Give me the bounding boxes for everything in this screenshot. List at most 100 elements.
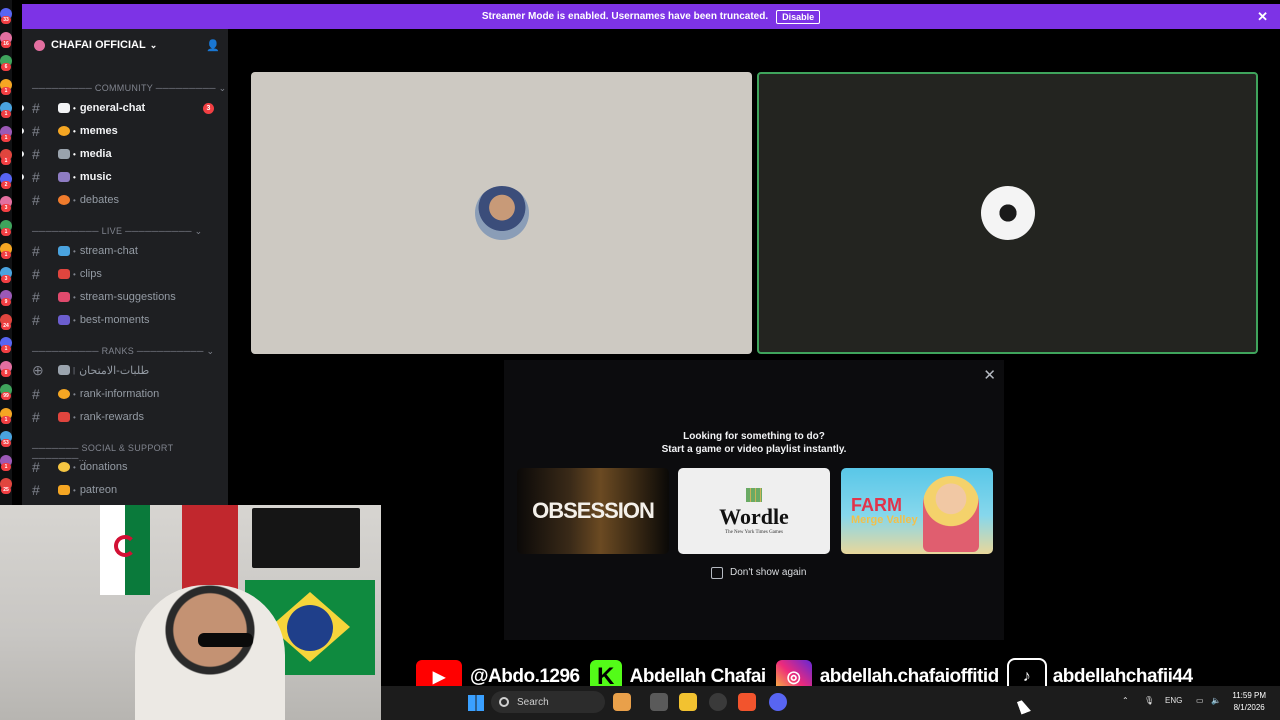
film-icon [58,315,70,325]
trophy-icon [58,485,70,495]
channel-label: rank-rewards [79,411,144,423]
server-ping-badge: 9 [1,298,11,306]
hash-icon: # [32,169,40,185]
chevron-up-icon[interactable]: ⌃ [1122,696,1129,705]
channel-label: طلبات-الامتحان [79,364,150,377]
character-illustration [923,476,979,552]
youtube-handle: @Abdo.1296 [470,666,580,687]
clock-date: 8/1/2026 [1233,703,1265,712]
channel-music[interactable]: # • music [22,167,218,187]
channel-rank-information[interactable]: # • rank-information [32,384,218,404]
server-ping-badge: 1 [1,133,11,142]
activity-card-farm-merge-valley[interactable]: FARM Merge Valley [841,468,993,554]
channel-stream-chat[interactable]: # • stream-chat [32,241,218,261]
channel-label: music [79,171,112,183]
hash-icon: # [32,192,40,208]
medal-icon [58,389,70,399]
activity-card-label: Wordle [719,503,789,529]
scissors-icon [58,269,70,279]
taskbar-clock[interactable]: 11:59 PM 8/1/2026 [1232,690,1266,714]
volume-icon[interactable]: 🔈 [1211,696,1221,705]
windows-start-icon[interactable] [468,695,484,711]
server-ping-badge: 1 [1,86,11,95]
speech-bubble-icon [58,103,70,113]
channel-clips[interactable]: # • clips [32,264,218,284]
server-ping-badge: 99 [1,392,11,400]
activity-card-label: OBSESSION [532,498,655,523]
server-ping-badge: 33 [1,16,11,24]
channel-label: patreon [79,484,118,496]
channel-label: donations [79,461,128,473]
microphone-icon[interactable]: 🎙 [1144,696,1154,705]
channel-label: general-chat [79,102,146,114]
category-community[interactable]: ───────── COMMUNITY ───────── ⌄ [32,83,226,94]
channel-debates[interactable]: # • debates [32,190,218,210]
hash-icon: # [32,289,40,305]
file-explorer-icon[interactable] [679,693,697,711]
activity-card-wordle[interactable]: Wordle The New York Times Games [678,468,830,554]
forum-icon: ⊕ [32,361,44,378]
category-ranks[interactable]: ────────── RANKS ────────── ⌄ [32,346,214,357]
server-ping-badge: 1 [1,462,11,471]
steam-icon[interactable] [709,693,727,711]
music-note-icon [58,172,70,182]
channel-media[interactable]: # • media [22,144,218,164]
dont-show-again-checkbox[interactable] [711,567,723,579]
channel-label: best-moments [79,314,150,326]
activity-subtitle: Start a game or video playlist instantly… [661,444,847,455]
channel-label: media [79,148,112,160]
network-icon[interactable]: ▭ [1196,696,1204,705]
disable-streamer-mode-button[interactable]: Disable [776,9,821,24]
channel-general-chat[interactable]: # • general-chat 3 [22,98,218,118]
close-icon[interactable]: ✕ [1257,9,1268,25]
server-ping-badge: 1 [1,110,11,118]
close-icon[interactable]: ✕ [983,366,996,384]
activity-title: Looking for something to do? [683,431,825,442]
brave-browser-icon[interactable] [738,693,756,711]
search-placeholder: Search [517,696,549,708]
sunglasses [198,633,253,647]
television [252,508,360,568]
channel-label: stream-chat [79,245,138,257]
activity-card-sublabel: The New York Times Games [725,529,783,535]
channel-patreon[interactable]: # • patreon [32,480,218,500]
server-header[interactable]: CHAFAI OFFICIAL ⌄ 👤 [22,29,228,61]
channel-forum[interactable]: ⊕ | طلبات-الامتحان [32,360,218,380]
megaphone-icon [58,292,70,302]
server-ping-badge: 24 [1,321,11,330]
server-ping-badge: 1 [1,157,11,165]
channel-label: rank-information [79,388,160,400]
hash-icon: # [32,482,40,498]
category-live[interactable]: ────────── LIVE ────────── ⌄ [32,226,202,237]
windows-taskbar: Search ⌃ 🎙 ENG ▭ 🔈 11:59 PM 8/1/2026 [381,686,1280,720]
participant-avatar [980,186,1035,240]
dont-show-again-label[interactable]: Don't show again [730,567,806,578]
channel-best-moments[interactable]: # • best-moments [32,310,218,330]
discord-icon[interactable] [769,693,787,711]
widget-icon[interactable] [613,693,631,711]
chevron-down-icon: ⌄ [149,39,158,50]
language-indicator[interactable]: ENG [1165,696,1182,705]
add-member-icon[interactable]: 👤 [206,39,220,52]
algeria-flag [100,505,150,595]
channel-label: stream-suggestions [79,291,176,303]
server-ping-badge: 8 [1,368,11,377]
channel-stream-suggestions[interactable]: # • stream-suggestions [32,287,218,307]
activity-suggestion-panel: ✕ Looking for something to do? Start a g… [504,360,1004,640]
participant-tile[interactable] [251,72,752,354]
server-ping-badge: 3 [1,274,11,283]
unread-indicator [22,174,24,180]
tv-icon [58,246,70,256]
participant-tile-speaking[interactable] [757,72,1258,354]
task-view-icon[interactable] [650,693,668,711]
channel-memes[interactable]: # • memes [22,121,218,141]
hash-icon: # [32,312,40,328]
channel-donations[interactable]: # • donations [32,457,218,477]
hash-icon: # [32,146,40,162]
activity-card-obsession[interactable]: OBSESSION [517,468,669,554]
taskbar-search[interactable]: Search [491,691,605,713]
channel-rank-rewards[interactable]: # • rank-rewards [32,407,218,427]
instagram-handle: abdellah.chafaioffitid [819,666,1000,687]
server-ping-badge: 2 [1,180,11,189]
app-root: 33 16 6 1 1 1 1 2 3 1 1 3 9 24 1 8 99 1 53 1 25 Streamer Mod… [0,0,1280,720]
